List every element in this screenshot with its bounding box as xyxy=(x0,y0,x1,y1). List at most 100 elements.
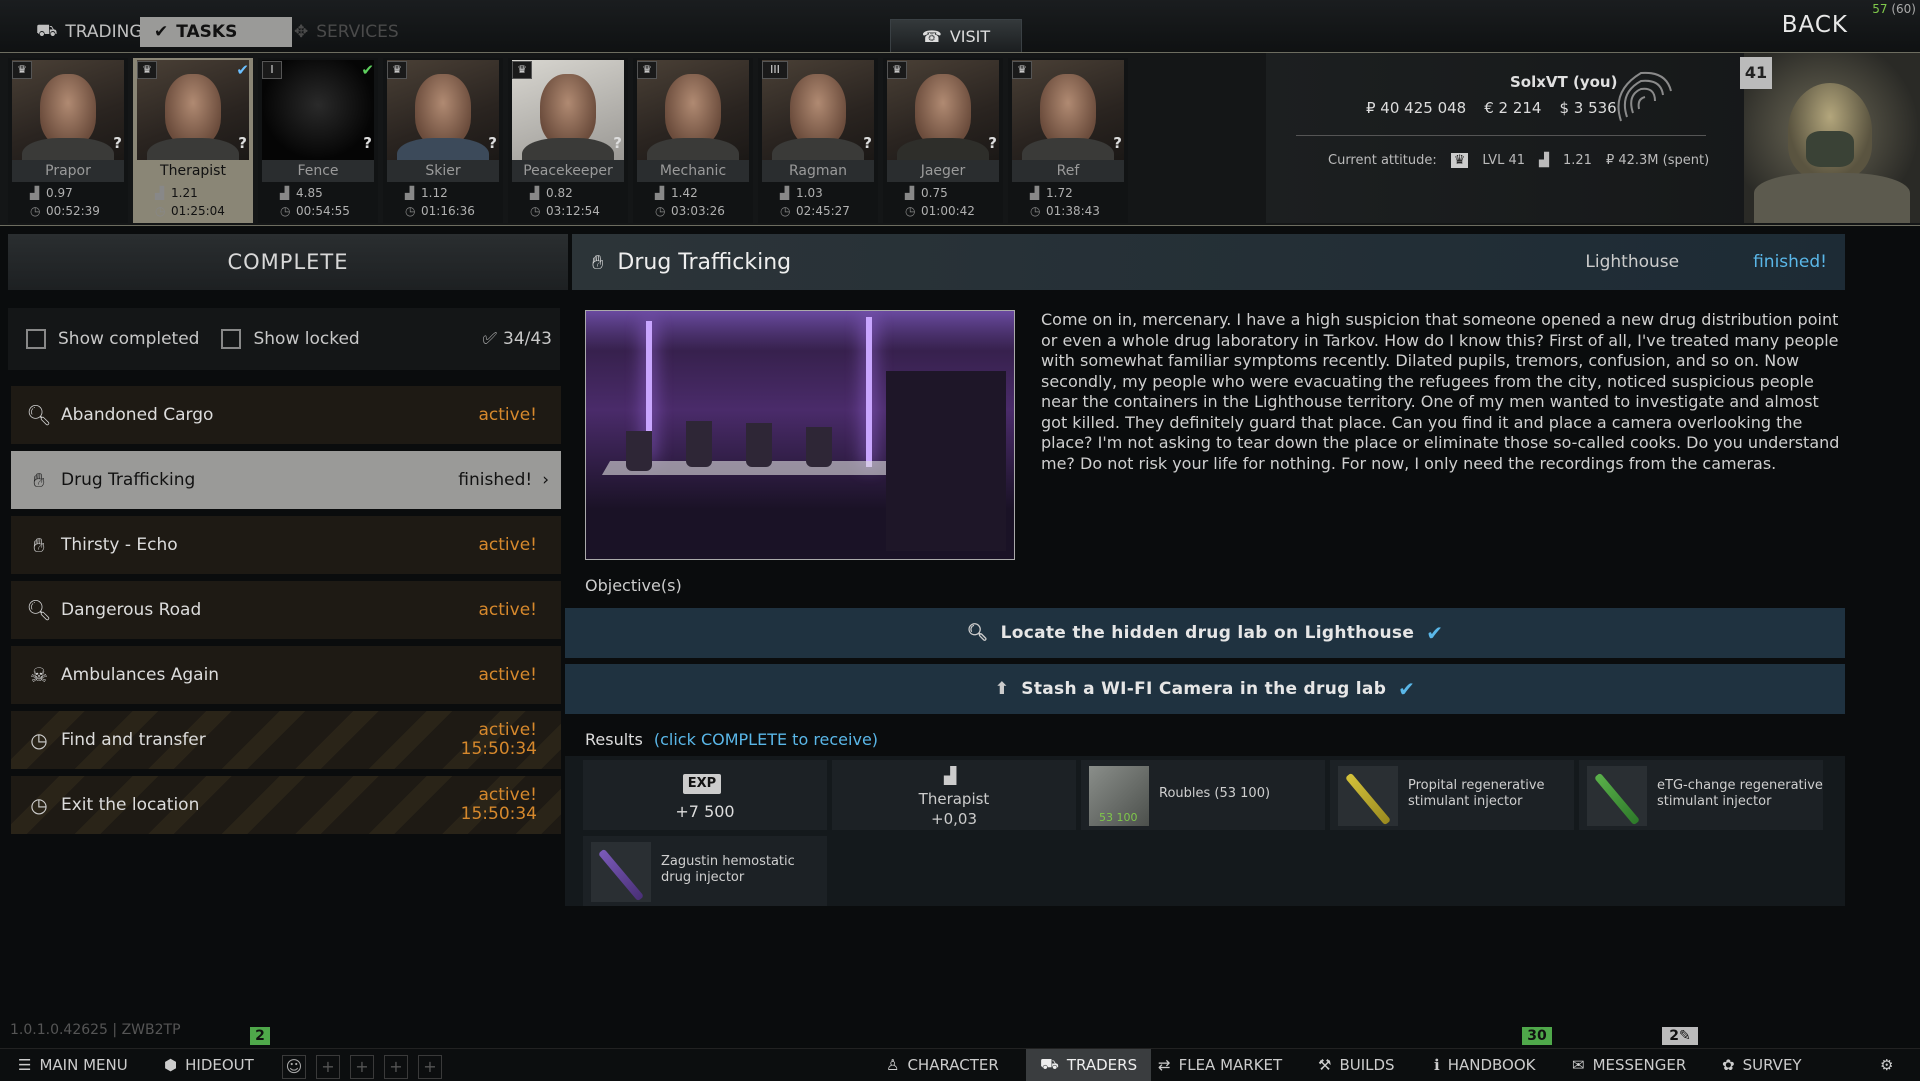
reward-name: eTG-change regenerative stimulant inject… xyxy=(1657,778,1823,809)
reward-item[interactable]: 53 100 Roubles (53 100) xyxy=(1081,760,1325,830)
quest-status: active! 15:50:34 xyxy=(460,785,537,824)
loyalty-badge: ♛ xyxy=(887,61,907,79)
trader-card-mechanic[interactable]: ♛ Mechanic ▟ 1.42 ◷ 03:03:26 xyxy=(633,58,753,223)
trader-rep: ▟ 1.03 xyxy=(780,186,823,200)
tab-trading[interactable]: ⛟ TRADING xyxy=(22,17,157,47)
rep-icon: ▟ xyxy=(155,186,165,200)
trader-restock: ◷ 03:03:26 xyxy=(655,204,725,218)
trader-card-ragman[interactable]: III ? Ragman ▟ 1.03 ◷ 02:45:27 xyxy=(758,58,878,223)
complete-button[interactable]: COMPLETE xyxy=(8,234,568,290)
trader-card-prapor[interactable]: ♛ ? Prapor ▟ 0.97 ◷ 00:52:39 xyxy=(8,58,128,223)
top-bar: ⛟ TRADING ✔ TASKS ✥ SERVICES ☎ VISIT BAC… xyxy=(0,0,1920,52)
clock-icon: ◷ xyxy=(655,204,666,218)
quest-item[interactable]: 🔍︎ Abandoned Cargo active! xyxy=(11,386,561,444)
trader-restock: ◷ 00:52:39 xyxy=(30,204,100,218)
hideout-button[interactable]: ⬢ HIDEOUT xyxy=(164,1049,254,1081)
euros-balance: € 2 214 xyxy=(1484,99,1542,117)
builds-icon: ⚒ xyxy=(1318,1056,1332,1074)
search-icon: 🔍︎ xyxy=(966,623,989,643)
loyalty-badge: III xyxy=(762,61,788,79)
survey-button[interactable]: ✿ SURVEY xyxy=(1722,1049,1802,1081)
bottom-bar: ☰ MAIN MENU ⬢ HIDEOUT ☺ + + + + ♙ CHARACTER… xyxy=(0,1048,1920,1081)
handbook-icon: ℹ xyxy=(1434,1056,1440,1074)
settings-button[interactable]: ⚙ xyxy=(1880,1049,1893,1081)
stash-icon: ⬆ xyxy=(994,679,1010,699)
exp-value: +7 500 xyxy=(675,802,735,821)
results-label: Results (click COMPLETE to receive) xyxy=(585,730,879,749)
preset-slot[interactable]: + xyxy=(418,1055,442,1079)
tasks-icon: ✔ xyxy=(154,22,169,42)
rep-icon: ▟ xyxy=(780,186,790,200)
show-completed-checkbox[interactable] xyxy=(26,329,46,349)
trader-restock: ◷ 01:16:36 xyxy=(405,204,475,218)
task-description: Come on in, mercenary. I have a high sus… xyxy=(1041,310,1840,473)
trader-card-fence[interactable]: I ✔ ? Fence ▟ 4.85 ◷ 00:54:55 xyxy=(258,58,378,223)
back-button[interactable]: BACK xyxy=(1782,12,1848,38)
trader-rep: ▟ 0.75 xyxy=(905,186,948,200)
task-location: Lighthouse xyxy=(1585,252,1680,272)
main-menu-button[interactable]: ☰ MAIN MENU xyxy=(18,1049,128,1081)
reward-item[interactable]: eTG-change regenerative stimulant inject… xyxy=(1579,760,1823,830)
messenger-button[interactable]: ✉ MESSENGER xyxy=(1572,1049,1686,1081)
trader-card-skier[interactable]: ♛ ? Skier ▟ 1.12 ◷ 01:16:36 xyxy=(383,58,503,223)
reward-item[interactable]: Propital regenerative stimulant injector xyxy=(1330,760,1574,830)
trader-card-therapist[interactable]: ♛ ✔ ? Therapist ▟ 1.21 ◷ 01:25:04 xyxy=(133,58,253,223)
loyalty-badge: ♛ xyxy=(137,61,157,79)
character-button[interactable]: ♙ CHARACTER xyxy=(886,1049,999,1081)
services-icon: ✥ xyxy=(294,22,309,42)
quest-status: active! xyxy=(478,664,538,685)
clock-icon: ◷ xyxy=(30,793,48,817)
trader-name: Ref xyxy=(1012,160,1124,182)
visit-icon: ☎ xyxy=(921,26,942,46)
rep-icon: ▟ xyxy=(905,186,915,200)
builds-button[interactable]: ⚒ BUILDS xyxy=(1318,1049,1395,1081)
show-locked-checkbox[interactable] xyxy=(221,329,242,349)
preset-slot-avatar[interactable]: ☺ xyxy=(282,1055,306,1079)
traders-button[interactable]: ⛟ TRADERS xyxy=(1026,1049,1152,1081)
preset-slot[interactable]: + xyxy=(350,1055,374,1079)
quest-status: finished! xyxy=(458,469,533,490)
trader-restock: ◷ 02:45:27 xyxy=(780,204,850,218)
trader-rep: ▟ 1.42 xyxy=(655,186,698,200)
trader-rep: ▟ 4.85 xyxy=(280,186,323,200)
version-label: 1.0.1.0.42625 | ZWB2TP xyxy=(10,1022,181,1038)
visit-button[interactable]: ☎ VISIT xyxy=(890,19,1022,52)
rep-value: +0,03 xyxy=(931,810,977,828)
quest-item[interactable]: ◷ Exit the location active! 15:50:34 xyxy=(11,776,561,834)
search-icon: 🔍︎ xyxy=(26,598,52,622)
preset-slot[interactable]: + xyxy=(384,1055,408,1079)
fps-counter: 57 (60) xyxy=(1872,2,1916,16)
quest-timer: 15:50:34 xyxy=(460,739,537,759)
search-icon: 🔍︎ xyxy=(26,403,52,427)
reward-name: Propital regenerative stimulant injector xyxy=(1408,778,1545,809)
trader-name: Mechanic xyxy=(637,160,749,182)
clock-icon: ◷ xyxy=(780,204,791,218)
handbook-button[interactable]: ℹ HANDBOOK xyxy=(1434,1049,1536,1081)
reward-item[interactable]: Zagustin hemostatic drug injector xyxy=(583,836,827,906)
fingerprint-emblem-icon xyxy=(1617,71,1672,122)
check-circle-icon: ✅︎ xyxy=(482,329,497,349)
injector-icon xyxy=(1587,766,1647,826)
injector-icon xyxy=(1338,766,1398,826)
rep-icon: ▟ xyxy=(30,186,40,200)
trader-card-jaeger[interactable]: ♛ ? Jaeger ▟ 0.75 ◷ 01:00:42 xyxy=(883,58,1003,223)
quest-item-selected[interactable]: ✋︎ Drug Trafficking finished! › xyxy=(11,451,561,509)
quest-item[interactable]: ☠︎ Ambulances Again active! xyxy=(11,646,561,704)
trader-card-ref[interactable]: ♛ ? Ref ▟ 1.72 ◷ 01:38:43 xyxy=(1008,58,1128,223)
hand-icon: ✋︎ xyxy=(33,468,45,492)
trader-card-peacekeeper[interactable]: ♛ ? Peacekeeper ▟ 0.82 ◷ 03:12:54 xyxy=(508,58,628,223)
flea-market-button[interactable]: ⇄ FLEA MARKET xyxy=(1158,1049,1282,1081)
preset-slot[interactable]: + xyxy=(316,1055,340,1079)
loyalty-badge: ♛ xyxy=(12,61,32,79)
check-icon: ✔ xyxy=(361,61,374,79)
tab-services[interactable]: ✥ SERVICES xyxy=(280,17,413,47)
quest-item[interactable]: 🔍︎ Dangerous Road active! xyxy=(11,581,561,639)
quest-item[interactable]: ◷ Find and transfer active! 15:50:34 xyxy=(11,711,561,769)
objective-text: Locate the hidden drug lab on Lighthouse xyxy=(1000,623,1415,643)
tab-tasks[interactable]: ✔ TASKS xyxy=(140,17,292,47)
clock-icon: ◷ xyxy=(905,204,916,218)
clock-icon: ◷ xyxy=(280,204,291,218)
quest-item[interactable]: ✋︎ Thirsty - Echo active! xyxy=(11,516,561,574)
trader-name: Ragman xyxy=(762,160,874,182)
chevron-right-icon: › xyxy=(542,470,549,490)
